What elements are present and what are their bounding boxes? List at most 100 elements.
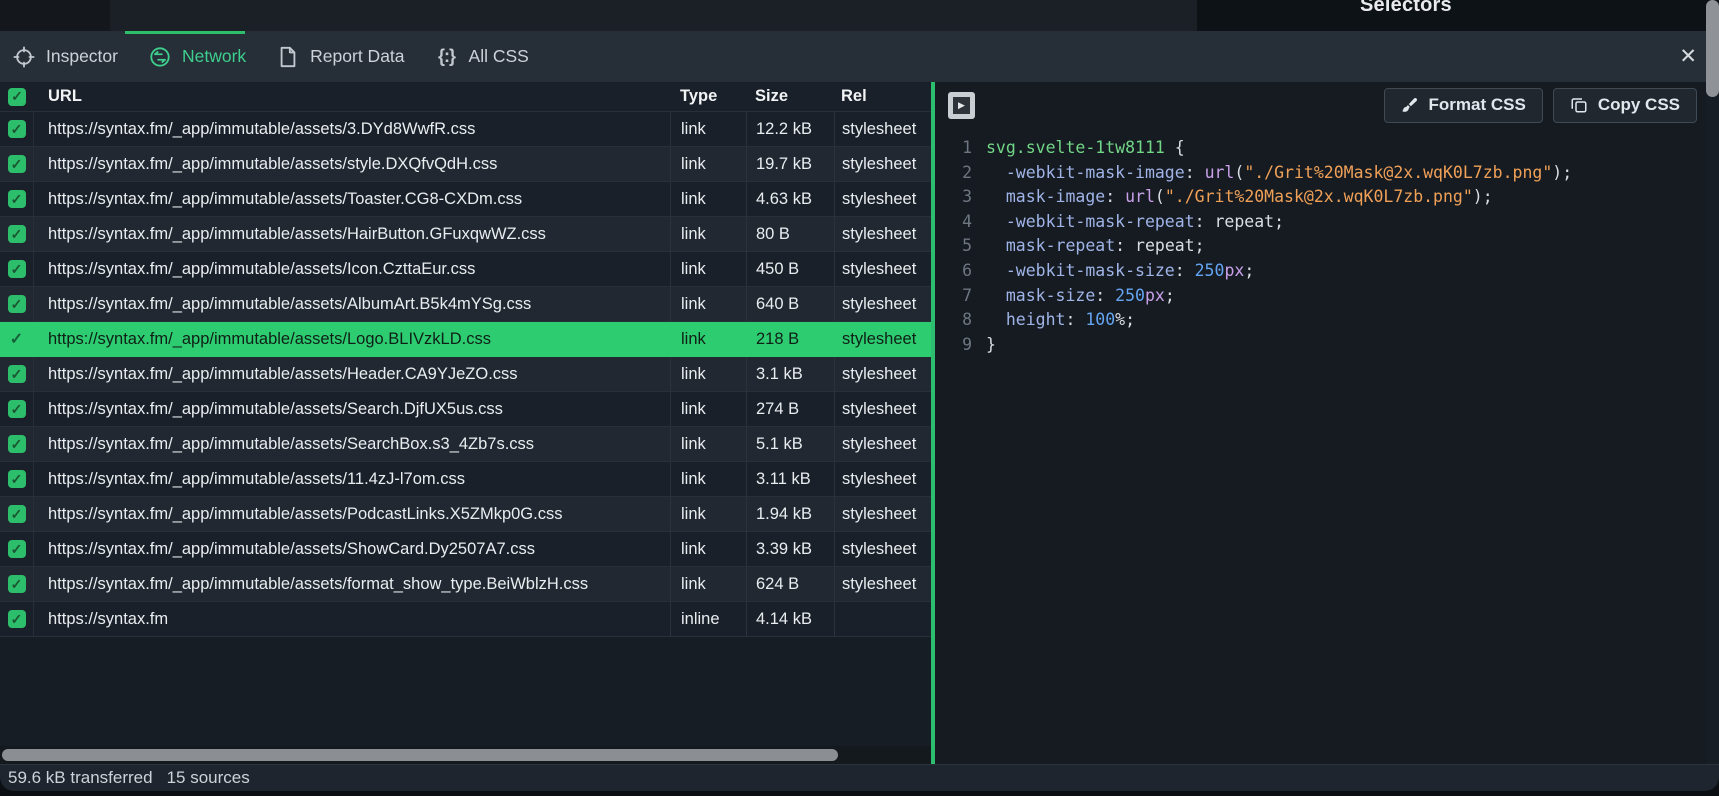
row-checkbox-cell: ✓ (0, 252, 34, 286)
main-area: ✓ URL Type Size Rel ✓ https://syntax.fm/… (0, 82, 1719, 764)
row-checkbox[interactable]: ✓ (8, 610, 26, 628)
table-row[interactable]: ✓ https://syntax.fm inline 4.14 kB (0, 602, 931, 637)
line-number: 3 (935, 185, 972, 210)
code-token: -webkit-mask-image (986, 161, 1185, 186)
tab-all-css[interactable]: {:} All CSS (436, 46, 529, 68)
tab-inspector[interactable]: Inspector (13, 46, 118, 68)
code-line: 7 mask-size: 250px; (935, 284, 1706, 309)
row-rel: stylesheet (834, 182, 931, 216)
header-type: Type (670, 82, 746, 111)
code-token: -webkit-mask-repeat (986, 210, 1195, 235)
horizontal-scrollbar-thumb[interactable] (2, 749, 838, 761)
code-token: mask-repeat (986, 234, 1115, 259)
code-token: mask-size (986, 284, 1095, 309)
tab-network[interactable]: Network (149, 46, 246, 68)
document-icon (277, 46, 299, 68)
row-rel: stylesheet (834, 532, 931, 566)
row-checkbox-cell: ✓ (0, 462, 34, 496)
copy-css-button[interactable]: Copy CSS (1553, 88, 1697, 123)
row-checkbox[interactable]: ✓ (8, 120, 26, 138)
format-css-button[interactable]: Format CSS (1384, 88, 1543, 123)
row-size: 3.11 kB (746, 462, 834, 496)
row-type: link (670, 322, 746, 356)
row-checkbox[interactable]: ✓ (8, 435, 26, 453)
code-line: 5 mask-repeat: repeat; (935, 234, 1706, 259)
vertical-scrollbar-thumb[interactable] (1706, 0, 1719, 97)
row-url: https://syntax.fm/_app/immutable/assets/… (34, 120, 670, 139)
row-url: https://syntax.fm/_app/immutable/assets/… (34, 225, 670, 244)
code-token: : (1095, 284, 1115, 309)
row-url: https://syntax.fm/_app/immutable/assets/… (34, 295, 670, 314)
row-checkbox[interactable]: ✓ (8, 225, 26, 243)
line-number: 6 (935, 259, 972, 284)
table-row[interactable]: ✓ https://syntax.fm/_app/immutable/asset… (0, 182, 931, 217)
row-checkbox[interactable]: ✓ (8, 540, 26, 558)
row-checkbox-cell: ✓ (0, 427, 34, 461)
row-checkbox[interactable]: ✓ (8, 260, 26, 278)
code-token: "./Grit%20Mask@2x.wqK0L7zb.png" (1244, 161, 1552, 186)
table-row[interactable]: ✓ https://syntax.fm/_app/immutable/asset… (0, 287, 931, 322)
table-row[interactable]: ✓ https://syntax.fm/_app/immutable/asset… (0, 217, 931, 252)
network-table-panel: ✓ URL Type Size Rel ✓ https://syntax.fm/… (0, 82, 931, 764)
active-tab-indicator (125, 31, 245, 34)
row-checkbox-cell: ✓ (0, 182, 34, 216)
table-row[interactable]: ✓ https://syntax.fm/_app/immutable/asset… (0, 147, 931, 182)
code-line: 8 height: 100%; (935, 308, 1706, 333)
css-source-view[interactable]: 1svg.svelte-1tw8111 {2 -webkit-mask-imag… (935, 136, 1706, 764)
table-row[interactable]: ✓ https://syntax.fm/_app/immutable/asset… (0, 392, 931, 427)
select-all-checkbox[interactable]: ✓ (8, 88, 26, 106)
table-row[interactable]: ✓ https://syntax.fm/_app/immutable/asset… (0, 357, 931, 392)
row-size: 640 B (746, 287, 834, 321)
braces-icon: {:} (436, 46, 458, 68)
row-checkbox[interactable]: ✓ (8, 365, 26, 383)
code-token: ( (1155, 185, 1165, 210)
code-token: svg.svelte-1tw8111 (986, 136, 1165, 161)
row-type: link (670, 112, 746, 146)
row-size: 218 B (746, 322, 834, 356)
row-size: 1.94 kB (746, 497, 834, 531)
tab-report-data[interactable]: Report Data (277, 46, 404, 68)
table-row[interactable]: ✓ https://syntax.fm/_app/immutable/asset… (0, 497, 931, 532)
row-rel: stylesheet (834, 322, 931, 356)
table-row[interactable]: ✓ https://syntax.fm/_app/immutable/asset… (0, 252, 931, 287)
table-body: ✓ https://syntax.fm/_app/immutable/asset… (0, 112, 931, 637)
line-number: 4 (935, 210, 972, 235)
table-row[interactable]: ✓ https://syntax.fm/_app/immutable/asset… (0, 532, 931, 567)
format-css-label: Format CSS (1429, 95, 1526, 115)
row-checkbox[interactable]: ✓ (8, 155, 26, 173)
code-token: %; (1115, 308, 1135, 333)
code-line: 1svg.svelte-1tw8111 { (935, 136, 1706, 161)
row-checkbox[interactable]: ✓ (8, 575, 26, 593)
expand-panel-button[interactable]: ▶ (948, 92, 975, 119)
tab-inspector-label: Inspector (46, 46, 118, 67)
brush-icon (1401, 96, 1419, 114)
row-rel: stylesheet (834, 252, 931, 286)
row-checkbox[interactable]: ✓ (8, 470, 26, 488)
close-icon[interactable]: ✕ (1675, 44, 1701, 69)
row-checkbox-cell: ✓ (0, 217, 34, 251)
row-type: inline (670, 602, 746, 636)
table-row[interactable]: ✓ https://syntax.fm/_app/immutable/asset… (0, 567, 931, 602)
page-behind-strip: Selectors (0, 0, 1719, 31)
code-token: url (1125, 185, 1155, 210)
row-size: 19.7 kB (746, 147, 834, 181)
table-row[interactable]: ✓ https://syntax.fm/_app/immutable/asset… (0, 427, 931, 462)
code-token: : (1195, 210, 1215, 235)
table-row[interactable]: ✓ https://syntax.fm/_app/immutable/asset… (0, 112, 931, 147)
horizontal-scrollbar-track (0, 746, 931, 764)
code-token: "./Grit%20Mask@2x.wqK0L7zb.png" (1165, 185, 1473, 210)
table-header-row: ✓ URL Type Size Rel (0, 82, 931, 112)
row-checkbox[interactable]: ✓ (8, 330, 26, 348)
page-selectors-heading: Selectors (1360, 0, 1452, 17)
row-checkbox[interactable]: ✓ (8, 505, 26, 523)
row-type: link (670, 567, 746, 601)
row-url: https://syntax.fm/_app/immutable/assets/… (34, 540, 670, 559)
row-checkbox[interactable]: ✓ (8, 190, 26, 208)
row-checkbox[interactable]: ✓ (8, 295, 26, 313)
code-line: 9} (935, 333, 1706, 358)
table-row[interactable]: ✓ https://syntax.fm/_app/immutable/asset… (0, 322, 931, 357)
table-row[interactable]: ✓ https://syntax.fm/_app/immutable/asset… (0, 462, 931, 497)
row-checkbox-cell: ✓ (0, 357, 34, 391)
row-rel: stylesheet (834, 567, 931, 601)
row-checkbox[interactable]: ✓ (8, 400, 26, 418)
